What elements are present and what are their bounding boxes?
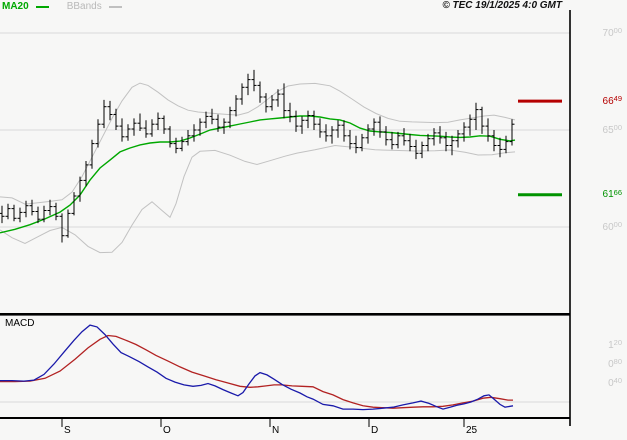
ohlc-bar [431,128,437,146]
macd-signal-line [0,334,513,409]
ohlc-bar [101,99,107,129]
ohlc-bar [377,116,383,138]
panel-separator [0,313,570,316]
price-label-6000: 6000 [602,220,622,233]
ohlc-bar [341,120,347,142]
ohlc-bar [311,110,317,130]
ohlc-bar [491,130,497,152]
ohlc-bar [125,124,131,141]
level-label-6166: 6166 [602,187,622,201]
ohlc-bar [155,112,161,130]
ohlc-bar [113,108,119,130]
ohlc-bar [5,203,11,220]
ohlc-bar [137,113,143,131]
bollinger-lower-band [0,144,516,254]
month-label-N: N [272,425,280,436]
ohlc-bar [509,119,515,146]
ohlc-bar [449,135,455,156]
ohlc-bar [473,102,479,130]
ohlc-bar [257,81,263,103]
ohlc-bar [65,209,71,238]
ohlc-bar [251,69,257,92]
ohlc-bar [203,111,209,129]
month-label-S: S [64,425,71,436]
chart-plot-area [0,10,571,427]
price-label-7000: 7000 [602,26,622,39]
bollinger-upper-band [0,82,516,205]
ohlc-bar [353,135,359,154]
level-label-6649: 6649 [602,94,622,107]
ohlc-bar [167,126,173,148]
ohlc-bar [413,139,419,160]
macd-label-080: 080 [608,357,622,370]
ohlc-bar [275,89,281,107]
ohlc-bar [287,102,293,123]
ohlc-bar [371,118,377,136]
ohlc-bar [419,141,425,159]
ohlc-bar [173,137,179,154]
ohlc-bar [365,124,371,144]
ohlc-bar [161,115,167,134]
ohlc-bar [17,207,23,223]
ohlc-bar [461,122,467,142]
ohlc-bar [395,131,401,149]
ohlc-bar [317,118,323,138]
ohlc-bar [323,124,329,142]
ohlc-bar [0,205,5,224]
price-label-6500: 6500 [602,123,622,136]
ohlc-bar [179,136,185,152]
ohlc-bar [47,199,53,216]
ohlc-bar [227,106,233,129]
bottom-axis [0,417,570,419]
ohlc-bar [239,83,245,105]
macd-line [0,324,514,411]
ohlc-bar [407,133,413,152]
ohlc-bar [335,120,341,138]
ohlc-bar [53,202,59,221]
ohlc-bar [29,199,35,216]
ohlc-bar [107,100,113,121]
macd-panel-label: MACD [5,318,35,329]
ohlc-bar [401,128,407,146]
macd-label-040: 040 [608,376,622,389]
macd-label-120: 120 [608,338,622,351]
ohlc-bar [425,133,431,152]
ohlc-bar [437,126,443,144]
ohlc-bar [245,73,251,96]
ma20-line [0,115,516,234]
ohlc-bar [299,116,305,134]
ohlc-bar [305,110,311,129]
ohlc-bar [455,130,461,148]
month-label-O: O [163,425,171,436]
ohlc-bar [383,126,389,146]
ohlc-bar [503,135,509,154]
ohlc-bar [191,124,197,142]
ohlc-bar [209,108,215,125]
month-label-25: 25 [466,425,478,436]
ohlc-bar [329,126,335,144]
ohlc-bar [293,110,299,132]
ohlc-bar [11,204,17,222]
ohlc-bar [443,131,449,152]
ohlc-bar [221,118,227,134]
ohlc-bar [149,119,155,137]
month-label-D: D [371,425,379,436]
ohlc-bar [143,120,149,138]
ohlc-bar [389,131,395,150]
ohlc-bar [233,95,239,117]
ohlc-bar [131,118,137,136]
ohlc-bar [77,176,83,202]
ohlc-bar [263,93,269,113]
ohlc-bar [95,119,101,148]
stock-chart: MA20 BBands © TEC 19/1/2025 4:0 GMT MACD… [0,0,627,440]
